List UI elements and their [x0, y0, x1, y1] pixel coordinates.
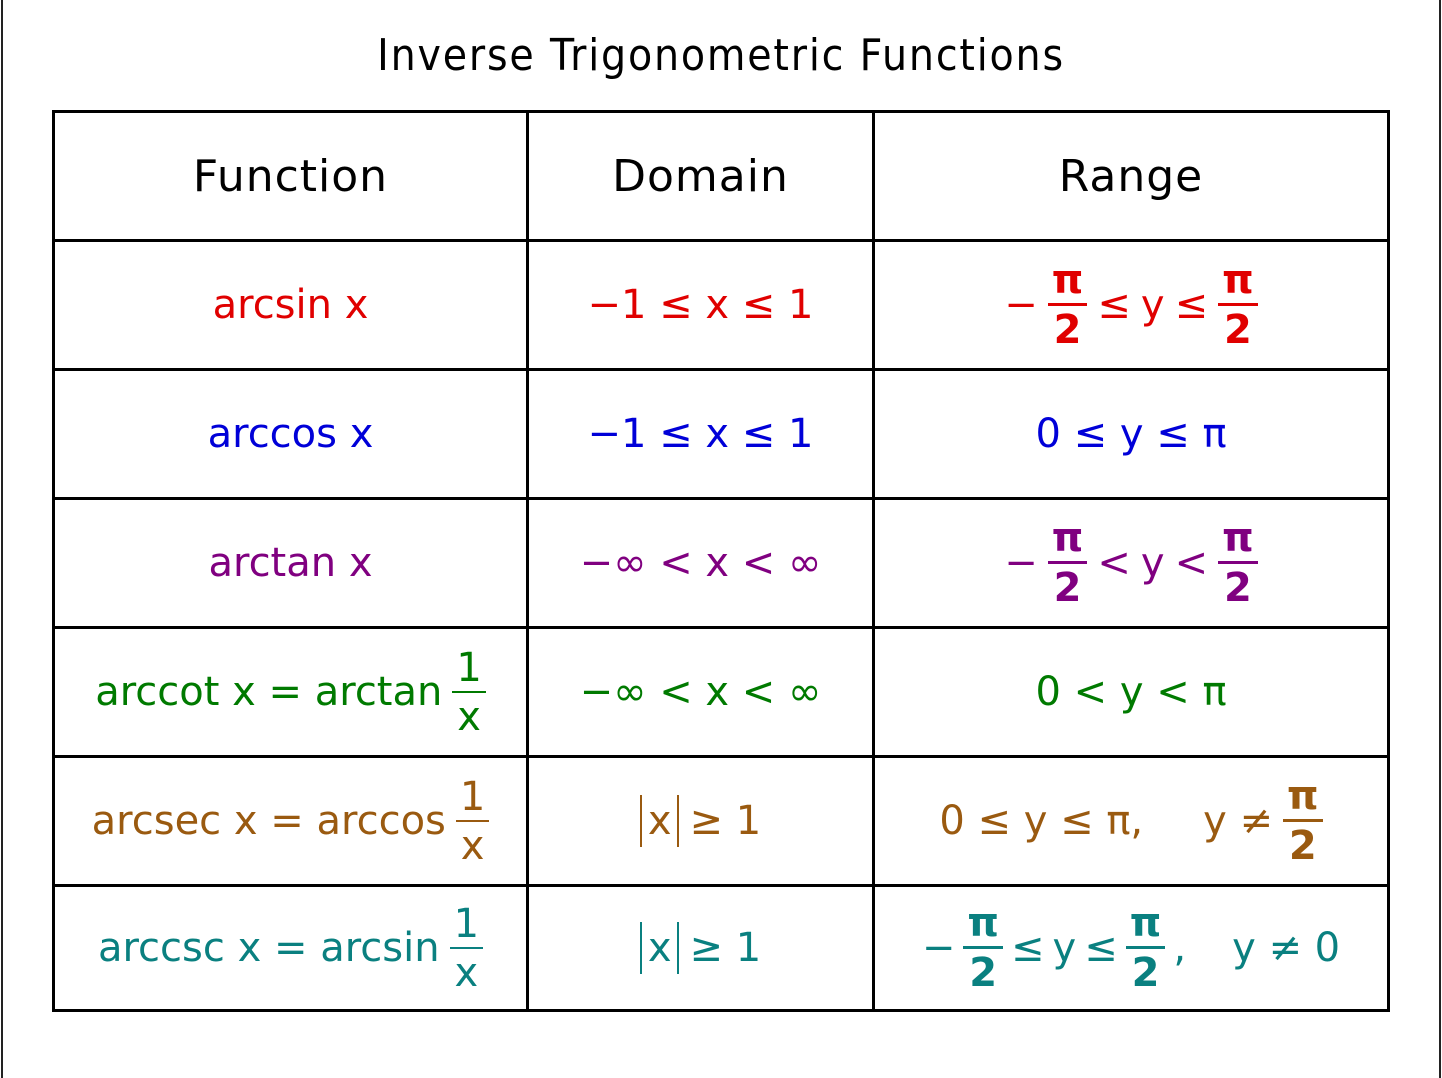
- header-range: Range: [872, 110, 1390, 242]
- denominator: x: [454, 949, 479, 996]
- numerator: π: [1129, 900, 1162, 946]
- absolute-value: x: [639, 922, 680, 974]
- numerator: π: [967, 900, 999, 946]
- domain-cell: −1 ≤ x ≤ 1: [526, 368, 875, 500]
- numerator: π: [1222, 515, 1254, 561]
- denominator: 2: [1053, 565, 1082, 611]
- fraction: π 2: [1047, 515, 1088, 611]
- domain-cell: −∞ < x < ∞: [526, 626, 875, 758]
- function-cell: arccot x = arctan 1 x: [52, 626, 529, 758]
- fraction: π 2: [1125, 900, 1166, 996]
- numerator: π: [1287, 773, 1319, 819]
- fraction: π 2: [963, 903, 1003, 993]
- fraction: 1 x: [452, 644, 486, 740]
- function-expression: arccsc x = arcsin: [97, 925, 440, 971]
- operator: ≤: [1011, 925, 1045, 971]
- fraction: π 2: [1218, 518, 1258, 608]
- domain-cell: x ≥ 1: [526, 884, 875, 1012]
- denominator: 2: [1224, 307, 1252, 353]
- operator: <: [1174, 540, 1209, 586]
- range-cell: − π 2 ≤ y ≤ π 2 , y ≠ 0: [872, 884, 1390, 1012]
- range-cell: − π 2 ≤ y ≤ π 2: [872, 239, 1390, 371]
- function-cell: arccos x: [52, 368, 529, 500]
- numerator: π: [1051, 257, 1084, 303]
- domain-cell: −1 ≤ x ≤ 1: [526, 239, 875, 371]
- table-row-arccos: arccos x −1 ≤ x ≤ 1 0 ≤ y ≤ π: [52, 368, 1390, 500]
- function-cell: arccsc x = arcsin 1 x: [52, 884, 529, 1012]
- operator: ≤: [1097, 282, 1131, 328]
- numerator: 1: [459, 773, 486, 820]
- operator: <: [1097, 540, 1131, 586]
- page-frame-left: [1, 0, 3, 1078]
- range-exclusion: y ≠: [1203, 798, 1274, 844]
- table-header-row: Function Domain Range: [52, 110, 1390, 242]
- function-cell: arcsin x: [52, 239, 529, 371]
- numerator: π: [1051, 515, 1084, 561]
- inverse-trig-table: Function Domain Range arcsin x −1 ≤ x ≤ …: [52, 110, 1390, 1012]
- denominator: 2: [969, 950, 998, 996]
- function-cell: arctan x: [52, 497, 529, 629]
- range-cell: − π 2 < y < π 2: [872, 497, 1390, 629]
- denominator: 2: [1224, 565, 1252, 611]
- range-exclusion: y ≠ 0: [1232, 925, 1341, 971]
- function-expression: arccot x = arctan: [95, 669, 443, 715]
- domain-cell: −∞ < x < ∞: [526, 497, 875, 629]
- header-function: Function: [52, 110, 529, 242]
- numerator: 1: [453, 900, 480, 947]
- denominator: 2: [1131, 950, 1160, 996]
- table-row-arccot: arccot x = arctan 1 x −∞ < x < ∞ 0 < y <…: [52, 626, 1390, 758]
- page-frame-right: [1439, 0, 1441, 1078]
- fraction: 1 x: [455, 773, 490, 869]
- fraction: π 2: [1283, 776, 1323, 866]
- comma: ,: [1173, 925, 1187, 971]
- numerator: 1: [456, 644, 482, 691]
- range-cell: 0 ≤ y ≤ π, y ≠ π 2: [872, 755, 1390, 887]
- fraction: π 2: [1047, 257, 1088, 353]
- table-row-arcsin: arcsin x −1 ≤ x ≤ 1 − π 2 ≤ y ≤ π 2: [52, 239, 1390, 371]
- fraction: 1 x: [449, 900, 484, 996]
- denominator: 2: [1053, 307, 1082, 353]
- range-cell: 0 < y < π: [872, 626, 1390, 758]
- fraction: π 2: [1218, 260, 1258, 350]
- header-domain: Domain: [526, 110, 875, 242]
- minus-sign: −: [1004, 540, 1038, 586]
- operator: ≤: [1174, 282, 1209, 328]
- table-row-arcsec: arcsec x = arccos 1 x x ≥ 1 0 ≤ y ≤ π, y…: [52, 755, 1390, 887]
- inequality: ≥ 1: [689, 798, 762, 844]
- denominator: x: [460, 822, 485, 869]
- absolute-value: x: [639, 795, 680, 847]
- domain-cell: x ≥ 1: [526, 755, 875, 887]
- minus-sign: −: [1004, 282, 1038, 328]
- function-expression: arcsec x = arccos: [91, 798, 446, 844]
- minus-sign: −: [921, 925, 956, 971]
- variable: y: [1140, 282, 1165, 328]
- inequality: ≥ 1: [689, 925, 762, 971]
- denominator: 2: [1288, 823, 1317, 869]
- table-row-arccsc: arccsc x = arcsin 1 x x ≥ 1 − π 2 ≤ y ≤ …: [52, 884, 1390, 1012]
- range-cell: 0 ≤ y ≤ π: [872, 368, 1390, 500]
- function-cell: arcsec x = arccos 1 x: [52, 755, 529, 887]
- numerator: π: [1222, 257, 1254, 303]
- variable: y: [1052, 925, 1077, 971]
- variable: y: [1140, 540, 1165, 586]
- table-row-arctan: arctan x −∞ < x < ∞ − π 2 < y < π 2: [52, 497, 1390, 629]
- range-interval: 0 ≤ y ≤ π,: [939, 798, 1144, 844]
- denominator: x: [457, 693, 481, 740]
- operator: ≤: [1084, 925, 1118, 971]
- page-title: Inverse Trigonometric Functions: [377, 30, 1065, 81]
